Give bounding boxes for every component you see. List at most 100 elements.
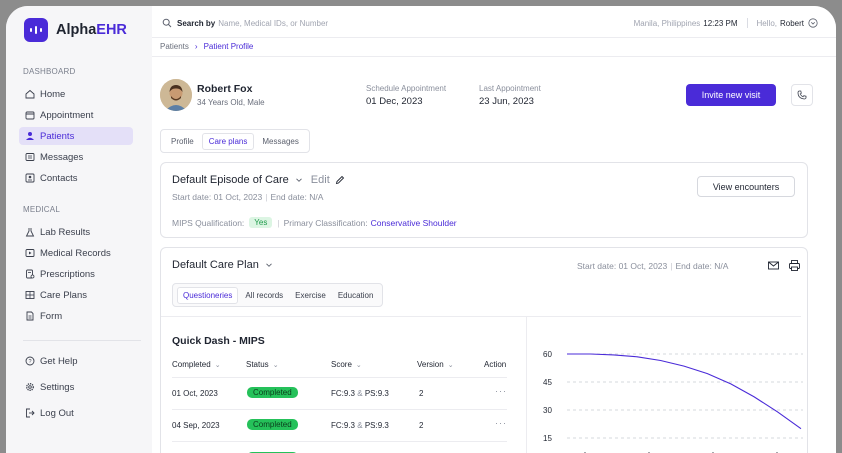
home-icon [25,89,35,99]
sidebar-item-patients[interactable]: Patients [19,127,133,145]
care-plan-card: Default Care Plan Start date: 01 Oct, 20… [160,247,808,453]
column-header-status[interactable]: Status ⌄ [246,360,279,369]
logo-text-suffix: EHR [96,22,127,38]
breadcrumb-parent[interactable]: Patients [160,42,189,51]
sort-caret-icon: ⌄ [272,362,279,369]
episode-title[interactable]: Default Episode of Care Edit [172,174,345,186]
sidebar-item-label: Settings [40,381,75,393]
episode-edit-link[interactable]: Edit [311,174,330,186]
breadcrumb-current: Patient Profile [203,42,254,51]
sidebar-divider [23,340,141,341]
last-appointment-value: 23 Jun, 2023 [479,96,534,107]
document-icon [26,311,34,321]
sidebar-item-appointment[interactable]: Appointment [19,106,133,124]
table-row-divider [172,441,507,442]
mail-icon[interactable] [767,259,780,272]
sort-caret-icon: ⌄ [355,362,362,369]
invite-new-visit-button[interactable]: Invite new visit [686,84,776,106]
chevron-down-icon [266,263,272,267]
avatar [160,79,192,111]
classification-label: Primary Classification: [283,217,368,228]
sidebar-item-care-plans[interactable]: Care Plans [19,286,133,304]
tab-all-records[interactable]: All records [240,288,288,303]
sidebar-item-label: Log Out [40,407,74,419]
sidebar-item-label: Prescriptions [40,268,95,280]
view-encounters-button[interactable]: View encounters [697,176,795,197]
score-separator: & [357,389,363,398]
sidebar-item-form[interactable]: Form [19,307,133,325]
logout-icon [26,408,35,418]
episode-end-date: End date: N/A [270,192,324,202]
prescription-icon [26,269,35,279]
sidebar-item-messages[interactable]: Messages [19,148,133,166]
row-date: 04 Sep, 2023 [172,421,220,430]
message-icon [25,153,35,161]
questionnaire-title: Quick Dash - MIPS [172,335,265,347]
mips-label: MIPS Qualification: [172,217,245,228]
logo[interactable]: AlphaEHR [24,18,127,42]
episode-dates: Start date: 01 Oct, 2023 | End date: N/A [172,192,323,202]
last-appointment-label: Last Appointment [479,84,541,93]
row-action-menu-icon[interactable]: ··· [495,418,507,428]
column-header-action: Action [484,360,507,369]
date-separator: | [265,192,268,202]
chevron-down-icon [295,178,302,182]
care-plan-title[interactable]: Default Care Plan [172,259,273,271]
tab-education[interactable]: Education [333,288,379,303]
care-plan-divider [161,316,801,317]
row-score: FC:9.3 & PS:9.3 [331,389,389,398]
tab-exercise[interactable]: Exercise [290,288,331,303]
pencil-icon[interactable] [335,175,345,185]
flask-icon [25,228,35,237]
print-icon[interactable] [788,259,801,272]
breadcrumb: Patients › Patient Profile [160,42,253,51]
sidebar-item-home[interactable]: Home [19,85,133,103]
table-row-divider [172,377,507,378]
topbar: Search by Name, Medical IDs, or Number M… [152,6,836,38]
search-input[interactable]: Search by Name, Medical IDs, or Number [162,18,328,28]
help-icon: ? [25,356,35,366]
column-header-score[interactable]: Score ⌄ [331,360,362,369]
classification-link[interactable]: Conservative Shoulder [371,218,457,228]
score-ps: PS:9.3 [364,421,389,430]
logo-mark-icon [24,18,48,42]
sidebar-item-prescriptions[interactable]: Prescriptions [19,265,133,283]
mips-status-badge: Yes [249,217,273,228]
patient-meta: 34 Years Old, Male [197,98,265,107]
date-separator: | [670,261,673,271]
sidebar-item-medical-records[interactable]: Medical Records [19,244,133,262]
row-action-menu-icon[interactable]: ··· [495,386,507,396]
sidebar-item-settings[interactable]: Settings [19,378,133,396]
schedule-value: 01 Dec, 2023 [366,96,423,107]
gear-icon [26,383,34,391]
column-header-version[interactable]: Version ⌄ [417,360,454,369]
sidebar-item-log-out[interactable]: Log Out [19,404,133,422]
care-plan-subtabs: Questioneries All records Exercise Educa… [172,283,384,307]
logo-text: AlphaEHR [56,22,127,38]
tab-questioneries[interactable]: Questioneries [177,286,239,304]
breadcrumb-divider [152,56,836,57]
y-tick-label: 30 [543,406,552,415]
user-menu-chevron-icon[interactable] [808,18,818,28]
tab-profile[interactable]: Profile [165,134,200,149]
score-separator: & [357,421,363,430]
episode-card: Default Episode of Care Edit Start date:… [160,162,808,238]
sidebar-item-lab-results[interactable]: Lab Results [19,223,133,241]
score-ps: PS:9.3 [364,389,389,398]
table-row-divider [172,409,507,410]
topbar-divider [746,18,748,28]
series-line [567,353,802,430]
sidebar-item-contacts[interactable]: Contacts [19,169,133,187]
schedule-label: Schedule Appointment [366,84,447,93]
sidebar-item-get-help[interactable]: ? Get Help [19,352,133,370]
section-label-dashboard: DASHBOARD [23,67,76,76]
sidebar-item-label: Form [40,310,63,322]
breadcrumb-chevron-icon: › [194,42,198,51]
column-header-completed[interactable]: Completed ⌄ [172,360,221,369]
search-placeholder: Name, Medical IDs, or Number [218,18,329,28]
tab-care-plans[interactable]: Care plans [201,132,255,150]
sidebar-item-label: Appointment [40,109,94,121]
y-tick-label: 45 [543,378,552,387]
call-button[interactable] [791,84,813,106]
tab-messages[interactable]: Messages [256,134,304,149]
